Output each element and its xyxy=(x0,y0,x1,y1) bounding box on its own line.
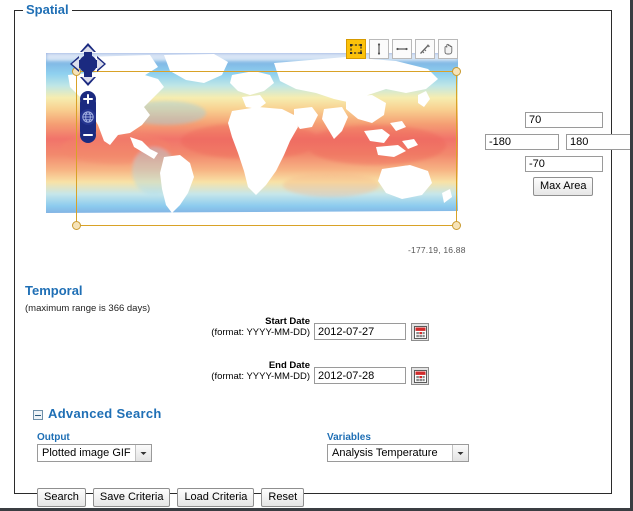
map-container[interactable] xyxy=(46,43,461,230)
page-sheet: Spatial -177.19, 16.88 70 -180 180 -70 M… xyxy=(0,0,630,507)
load-criteria-button[interactable]: Load Criteria xyxy=(177,488,255,507)
advanced-search-title: Advanced Search xyxy=(48,406,162,421)
end-date-calendar-button[interactable] xyxy=(411,367,429,385)
output-select-value: Plotted image GIF xyxy=(42,447,131,459)
ruler-pencil-icon xyxy=(420,44,430,54)
advanced-search-collapse-toggle[interactable] xyxy=(33,410,43,420)
bbox-east-input[interactable] xyxy=(566,134,630,150)
application-window: Spatial -177.19, 16.88 70 -180 180 -70 M… xyxy=(0,0,633,511)
form-action-buttons: Search Save Criteria Load Criteria Reset xyxy=(37,488,305,507)
variables-select[interactable]: Analysis Temperature xyxy=(327,444,469,462)
save-criteria-button[interactable]: Save Criteria xyxy=(92,488,171,507)
start-date-input[interactable] xyxy=(314,323,406,340)
horizontal-line-icon xyxy=(396,47,408,51)
end-date-label-group: End Date (format: YYYY-MM-DD) xyxy=(170,360,310,382)
spatial-section-title: Spatial xyxy=(23,3,72,17)
search-button[interactable]: Search xyxy=(37,488,86,507)
cursor-coordinate-readout: -177.19, 16.88 xyxy=(408,245,466,255)
variables-select-value: Analysis Temperature xyxy=(332,447,438,459)
select-box-tool-button[interactable] xyxy=(346,39,366,59)
calendar-icon xyxy=(413,369,427,383)
output-field-label: Output xyxy=(37,432,70,443)
map-tool-toolbar[interactable] xyxy=(346,39,458,59)
bbox-south-input[interactable] xyxy=(525,156,603,172)
measure-tool-button[interactable] xyxy=(415,39,435,59)
end-date-format-hint: (format: YYYY-MM-DD) xyxy=(211,371,310,382)
spatial-panel: Spatial -177.19, 16.88 70 -180 180 -70 M… xyxy=(14,3,630,507)
chevron-down-icon[interactable] xyxy=(452,445,468,461)
start-date-label: Start Date xyxy=(265,316,310,327)
chevron-down-icon[interactable] xyxy=(135,445,151,461)
end-date-input[interactable] xyxy=(314,367,406,384)
start-date-calendar-button[interactable] xyxy=(411,323,429,341)
horizontal-split-tool-button[interactable] xyxy=(392,39,412,59)
output-select[interactable]: Plotted image GIF xyxy=(37,444,152,462)
map-navigation-control[interactable] xyxy=(68,41,108,147)
temporal-section-title: Temporal xyxy=(25,283,83,298)
bbox-north-input[interactable] xyxy=(525,112,603,128)
reset-button[interactable]: Reset xyxy=(261,488,305,507)
hand-icon xyxy=(444,43,453,55)
vertical-line-icon xyxy=(377,43,381,55)
end-date-label: End Date xyxy=(268,360,310,371)
dashed-rectangle-icon xyxy=(350,44,362,54)
calendar-icon xyxy=(413,325,427,339)
vertical-split-tool-button[interactable] xyxy=(369,39,389,59)
pan-tool-button[interactable] xyxy=(438,39,458,59)
variables-field-label: Variables xyxy=(327,432,371,443)
start-date-format-hint: (format: YYYY-MM-DD) xyxy=(211,327,310,338)
bbox-west-input[interactable] xyxy=(485,134,559,150)
max-area-button[interactable]: Max Area xyxy=(533,177,594,196)
start-date-label-group: Start Date (format: YYYY-MM-DD) xyxy=(170,316,310,338)
temporal-range-note: (maximum range is 366 days) xyxy=(25,303,151,314)
